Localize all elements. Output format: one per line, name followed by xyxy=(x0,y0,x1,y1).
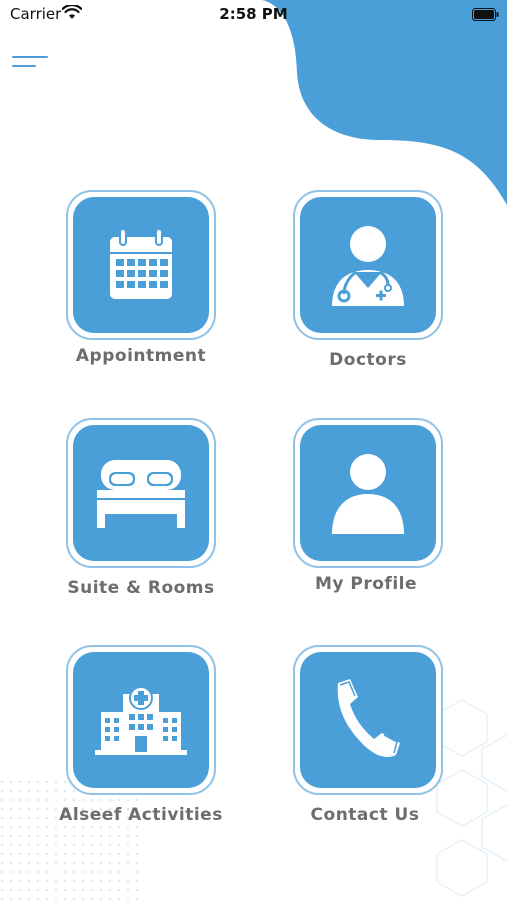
status-bar: Carrier 2:58 PM xyxy=(0,0,507,30)
contact-us-label[interactable]: Contact Us xyxy=(265,805,465,825)
battery-icon xyxy=(472,8,499,21)
contact-us-tile[interactable] xyxy=(293,645,443,795)
bed-icon xyxy=(97,460,185,528)
appointment-tile-background xyxy=(73,197,209,333)
alseef-activities-tile-background xyxy=(73,652,209,788)
header-blob-decoration xyxy=(262,0,507,205)
hamburger-icon[interactable] xyxy=(12,50,52,74)
suite-rooms-tile[interactable] xyxy=(66,418,216,568)
alseef-activities-tile[interactable] xyxy=(66,645,216,795)
calendar-icon xyxy=(110,228,172,299)
user-icon xyxy=(332,454,404,534)
appointment-label[interactable]: Appointment xyxy=(41,346,241,366)
suite-rooms-label[interactable]: Suite & Rooms xyxy=(41,578,241,598)
contact-us-tile-background xyxy=(300,652,436,788)
dot-pattern-decoration xyxy=(0,780,140,900)
my-profile-label[interactable]: My Profile xyxy=(266,574,466,594)
phone-icon xyxy=(337,679,400,758)
alseef-activities-label[interactable]: Alseef Activities xyxy=(41,805,241,825)
doctors-tile[interactable] xyxy=(293,190,443,340)
my-profile-tile-background xyxy=(300,425,436,561)
clock: 2:58 PM xyxy=(219,5,288,23)
hospital-icon xyxy=(95,686,187,755)
doctors-label[interactable]: Doctors xyxy=(268,350,468,370)
doctor-icon xyxy=(332,226,404,306)
doctors-tile-background xyxy=(300,197,436,333)
my-profile-tile[interactable] xyxy=(293,418,443,568)
suite-rooms-tile-background xyxy=(73,425,209,561)
appointment-tile[interactable] xyxy=(66,190,216,340)
